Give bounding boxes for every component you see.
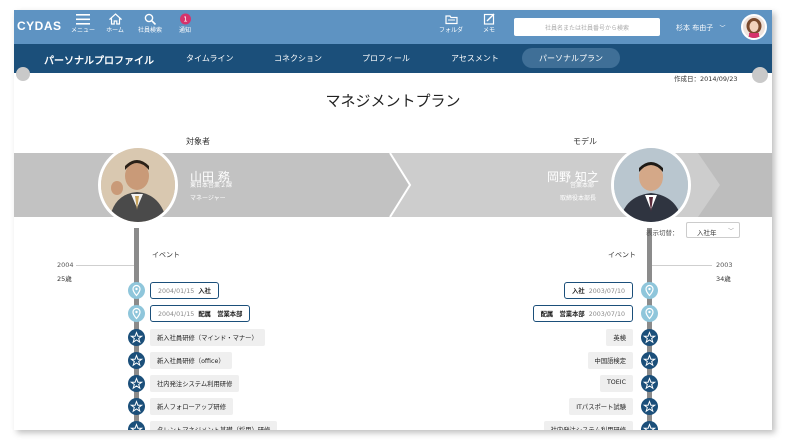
subject-event-training[interactable]: 新人フォローアップ研修	[150, 398, 234, 415]
subject-event-training[interactable]: タレントマネジメント基礎（採用）研修	[150, 421, 278, 430]
notification-label: 通知	[178, 27, 191, 34]
subject-year-line	[76, 265, 134, 266]
search-icon	[144, 13, 156, 25]
subject-event-training[interactable]: 新入社員研修（office）	[150, 352, 232, 369]
top-bar: CYDAS メニュー ホーム 社員検索 1 通知 フォルダ メモ 社員名または社…	[14, 10, 772, 44]
model-department: 営業本部	[570, 182, 595, 189]
pin-icon	[641, 305, 658, 322]
model-event-assignment[interactable]: 配属 営業本部 2003/07/10	[532, 305, 633, 322]
tab-personal-plan[interactable]: パーソナルプラン	[522, 48, 620, 68]
user-avatar-image	[743, 16, 765, 38]
event-text: 入社	[198, 288, 211, 295]
event-text: 入社	[572, 288, 585, 295]
model-event-heading: イベント	[608, 251, 636, 259]
pin-icon	[641, 282, 658, 299]
notification-button[interactable]: 1 通知	[168, 13, 202, 34]
model-title: 取締役本部長	[560, 195, 597, 202]
event-date: 2004/01/15	[158, 311, 195, 318]
hamburger-icon	[76, 14, 90, 25]
subject-start-year: 2004	[57, 261, 74, 269]
tab-connection[interactable]: コネクション	[274, 53, 322, 64]
event-text: 配属 営業本部	[540, 311, 585, 318]
subject-event-training[interactable]: 新入社員研修（マインド・マナー）	[150, 329, 265, 346]
main-content: 作成日：2014/09/23 マネジメントプラン 対象者 モデル 山田 務 東日…	[14, 67, 772, 430]
subject-event-joined[interactable]: 2004/01/15 入社	[150, 282, 219, 299]
scroll-indicator-right	[752, 67, 768, 83]
model-year-line	[652, 265, 712, 266]
scroll-indicator-left	[16, 67, 30, 81]
star-icon	[128, 352, 145, 369]
star-icon	[641, 375, 658, 392]
pin-icon	[128, 305, 145, 322]
page-title: マネジメントプラン	[325, 92, 461, 110]
employee-search-label: 社員検索	[137, 27, 162, 34]
event-date: 2003/07/10	[588, 311, 625, 318]
model-event-qualification[interactable]: TOEIC	[599, 375, 633, 392]
star-icon	[128, 329, 145, 346]
subject-event-heading: イベント	[152, 251, 180, 259]
pin-icon	[128, 282, 145, 299]
memo-label: メモ	[482, 27, 495, 34]
memo-icon	[483, 13, 494, 25]
model-photo	[611, 145, 691, 225]
subnav-title: パーソナルプロファイル	[44, 56, 154, 67]
subject-event-training[interactable]: 社内発注システム利用研修	[150, 375, 240, 392]
app-window: CYDAS メニュー ホーム 社員検索 1 通知 フォルダ メモ 社員名または社…	[14, 10, 772, 430]
event-date: 2003/07/10	[588, 288, 625, 295]
display-switch-value: 入社年	[697, 229, 717, 237]
subject-photo-image	[101, 148, 175, 222]
folder-icon	[444, 15, 458, 25]
model-event-qualification[interactable]: 中国語検定	[587, 352, 633, 369]
employee-search-button[interactable]: 社員検索	[133, 13, 167, 34]
home-label: ホーム	[106, 27, 124, 34]
subject-photo	[98, 145, 178, 225]
folder-button[interactable]: フォルダ	[434, 13, 468, 34]
subject-title: マネージャー	[190, 195, 226, 202]
user-menu-chevron-icon: ﹀	[719, 25, 726, 32]
subject-heading: 対象者	[186, 137, 210, 146]
model-start-year: 2003	[716, 261, 733, 269]
star-icon	[641, 352, 658, 369]
memo-button[interactable]: メモ	[472, 13, 506, 34]
model-start-age: 34歳	[716, 275, 731, 283]
tab-assessment[interactable]: アセスメント	[451, 53, 499, 64]
employee-search-input[interactable]: 社員名または社員番号から検索	[514, 18, 660, 36]
menu-label: メニュー	[70, 27, 95, 34]
subject-department: 東日本営業２課	[190, 182, 233, 189]
user-menu[interactable]: 杉本 布由子 ﹀	[676, 23, 725, 33]
user-name: 杉本 布由子	[676, 24, 714, 32]
event-text: 配属 営業本部	[198, 311, 243, 318]
display-switch-select[interactable]: 入社年 ﹀	[686, 222, 740, 238]
star-icon	[128, 398, 145, 415]
model-event-joined[interactable]: 入社 2003/07/10	[564, 282, 633, 299]
created-date: 作成日：2014/09/23	[674, 75, 738, 83]
menu-button[interactable]: メニュー	[66, 13, 100, 34]
notification-badge-count: 1	[183, 16, 187, 24]
star-icon	[641, 398, 658, 415]
model-event-qualification[interactable]: ITパスポート試験	[569, 398, 633, 415]
folder-label: フォルダ	[438, 27, 463, 34]
home-button[interactable]: ホーム	[98, 13, 132, 34]
model-event-training[interactable]: 社内発注システム利用研修	[543, 421, 633, 430]
bell-icon: 1	[179, 13, 191, 25]
profile-subnav: パーソナルプロファイル タイムライン コネクション プロフィール アセスメント …	[14, 44, 772, 73]
app-logo[interactable]: CYDAS	[17, 19, 62, 33]
model-event-qualification[interactable]: 英検	[606, 329, 633, 346]
event-date: 2004/01/15	[158, 288, 195, 295]
subject-start-age: 25歳	[57, 275, 72, 283]
model-heading: モデル	[573, 137, 597, 146]
chevron-down-icon: ﹀	[727, 228, 734, 235]
tab-profile[interactable]: プロフィール	[362, 53, 410, 64]
subject-event-assignment[interactable]: 2004/01/15 配属 営業本部	[150, 305, 251, 322]
model-photo-image	[614, 148, 688, 222]
star-icon	[641, 421, 658, 430]
display-switch-label: 表示切替：	[646, 229, 679, 237]
star-icon	[128, 421, 145, 430]
home-icon	[108, 13, 122, 25]
tab-timeline[interactable]: タイムライン	[186, 53, 233, 64]
star-icon	[641, 329, 658, 346]
star-icon	[128, 375, 145, 392]
user-avatar[interactable]	[741, 14, 767, 40]
